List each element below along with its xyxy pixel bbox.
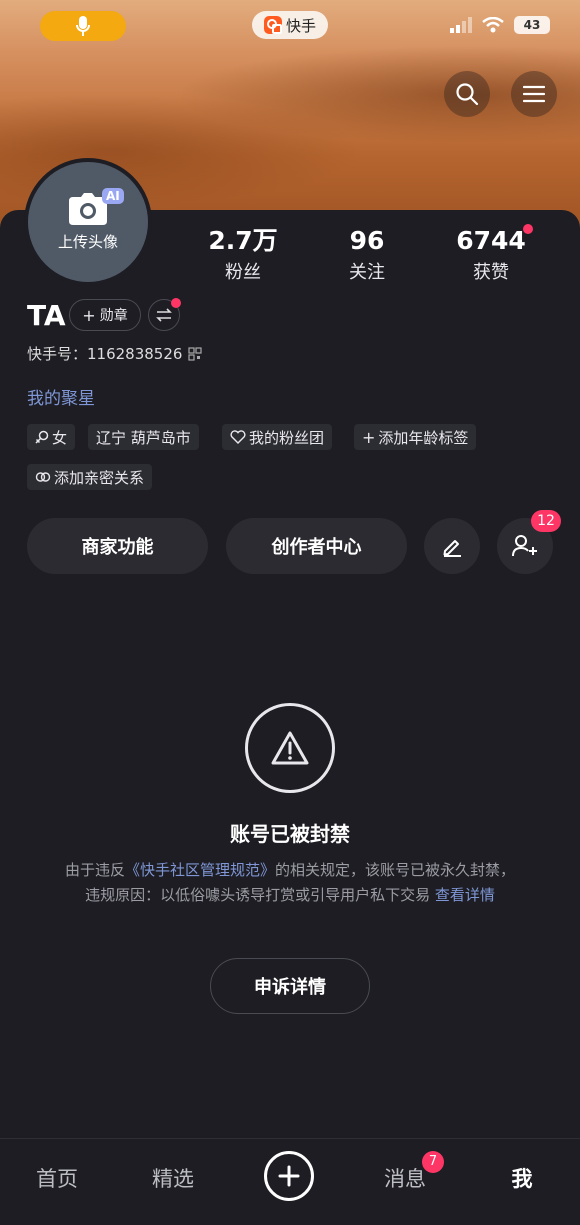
medal-button[interactable]: + 勋章 xyxy=(69,299,141,331)
plus-icon xyxy=(278,1165,300,1187)
ban-desc-prefix: 由于违反 xyxy=(64,861,125,879)
featured-link[interactable]: 我的聚星 xyxy=(27,384,95,409)
followers-label: 粉丝 xyxy=(225,262,261,283)
microphone-icon xyxy=(76,16,90,36)
tab-me[interactable]: 我 xyxy=(482,1163,562,1193)
creator-center-button[interactable]: 创作者中心 xyxy=(226,518,407,574)
kuaishou-logo-icon xyxy=(263,16,282,34)
avatar-label: 上传头像 xyxy=(57,232,118,251)
search-button[interactable] xyxy=(444,71,490,117)
app-name: 快手 xyxy=(285,16,316,35)
fan-group-label: 我的粉丝团 xyxy=(249,428,325,447)
voice-pill[interactable] xyxy=(40,11,126,41)
following-label: 关注 xyxy=(349,262,385,283)
signal-icon xyxy=(450,17,472,33)
location-tag[interactable]: 辽宁 葫芦岛市 xyxy=(88,424,199,450)
messages-badge: 7 xyxy=(422,1151,444,1173)
view-details-link[interactable]: 查看详情 xyxy=(435,886,495,904)
search-icon xyxy=(456,83,479,106)
likes-label: 获赞 xyxy=(473,262,509,283)
add-age-label: 添加年龄标签 xyxy=(378,428,469,447)
switch-red-dot xyxy=(171,298,181,308)
medal-label: 勋章 xyxy=(99,308,128,324)
ban-description: 由于违反《快手社区管理规范》的相关规定，该账号已被永久封禁，违规原因：以低俗噱头… xyxy=(62,858,518,908)
menu-icon xyxy=(523,85,545,103)
friend-requests-badge: 12 xyxy=(531,510,561,532)
kuaishou-id-row[interactable]: 快手号：1162838526 xyxy=(27,343,203,364)
battery-indicator: 43 xyxy=(514,16,550,34)
following-count: 96 xyxy=(349,226,385,255)
switch-arrows-icon xyxy=(156,308,172,322)
fan-group-tag[interactable]: 我的粉丝团 xyxy=(222,424,333,450)
linked-rings-icon xyxy=(35,472,51,482)
followers-count: 2.7万 xyxy=(208,226,278,255)
ban-title: 账号已被封禁 xyxy=(230,822,350,846)
ai-badge: AI xyxy=(102,188,124,204)
warning-icon xyxy=(271,731,309,765)
plus-icon: + xyxy=(362,427,376,447)
community-rules-link[interactable]: 《快手社区管理规范》 xyxy=(125,861,275,879)
app-indicator[interactable]: 快手 xyxy=(252,11,328,39)
location-label: 辽宁 葫芦岛市 xyxy=(96,428,191,447)
add-person-icon xyxy=(512,535,537,557)
tab-home[interactable]: 首页 xyxy=(17,1163,97,1193)
username: TA xyxy=(27,299,66,332)
heart-icon xyxy=(230,430,246,444)
female-icon xyxy=(35,430,49,444)
gender-tag[interactable]: 女 xyxy=(27,424,76,450)
wifi-icon xyxy=(482,17,504,33)
warning-icon-circle xyxy=(245,703,335,793)
create-button[interactable] xyxy=(264,1151,314,1201)
pencil-icon xyxy=(443,540,461,557)
add-relation-tag[interactable]: 添加亲密关系 xyxy=(27,464,153,490)
add-age-tag[interactable]: + 添加年龄标签 xyxy=(354,424,477,450)
bottom-tab-bar: 首页 精选 消息 7 我 xyxy=(0,1138,580,1225)
tab-featured[interactable]: 精选 xyxy=(133,1163,213,1193)
plus-icon: + xyxy=(82,305,96,325)
kuaishou-id: 快手号：1162838526 xyxy=(27,345,183,363)
add-relation-label: 添加亲密关系 xyxy=(54,468,145,487)
gender-label: 女 xyxy=(52,428,68,447)
status-icons: 43 xyxy=(450,16,550,34)
upload-avatar-button[interactable]: AI 上传头像 xyxy=(24,158,152,286)
stat-followers[interactable]: 2.7万 粉丝 xyxy=(188,226,298,284)
menu-button[interactable] xyxy=(511,71,557,117)
likes-red-dot xyxy=(523,224,533,234)
merchant-features-button[interactable]: 商家功能 xyxy=(27,518,208,574)
edit-profile-button[interactable] xyxy=(424,518,480,574)
qr-code-icon xyxy=(188,346,203,361)
appeal-details-button[interactable]: 申诉详情 xyxy=(210,958,370,1014)
stat-likes[interactable]: 6744 获赞 xyxy=(436,226,546,284)
stat-following[interactable]: 96 关注 xyxy=(312,226,422,284)
